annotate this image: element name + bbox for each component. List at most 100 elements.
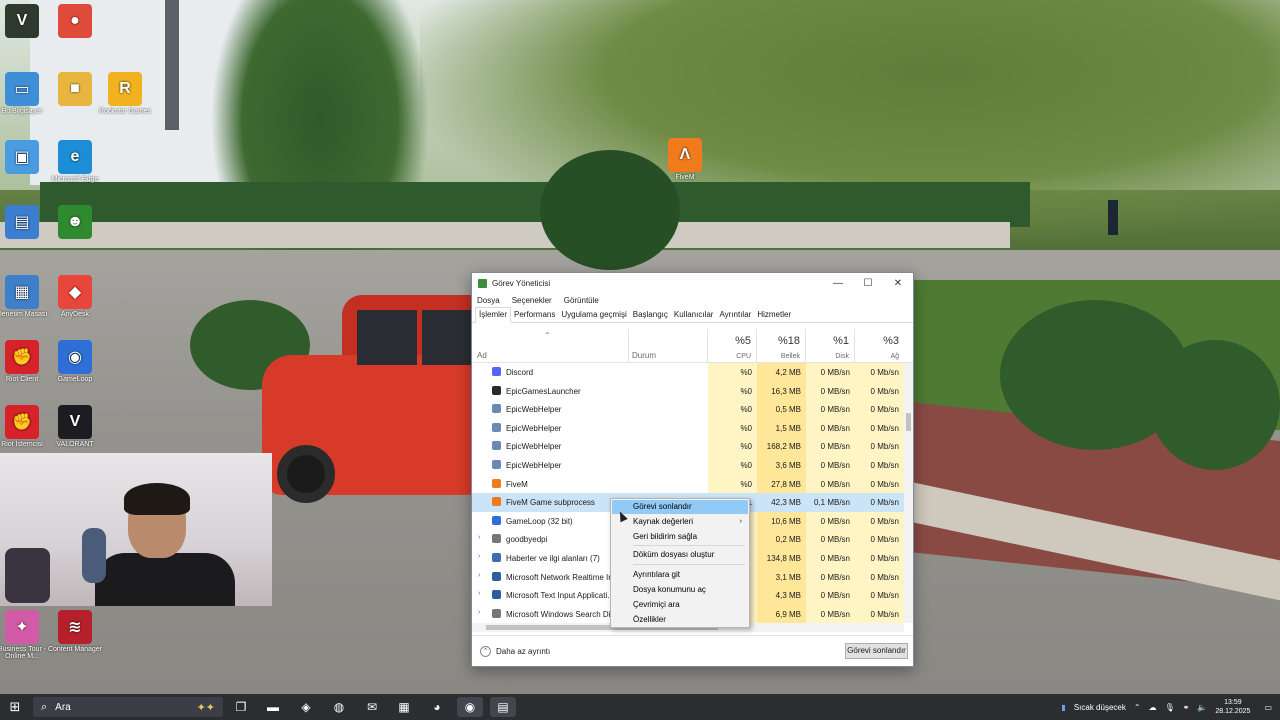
column-memory[interactable]: %18 Bellek xyxy=(757,329,806,363)
maximize-button[interactable]: ☐ xyxy=(853,278,883,289)
notification-icon[interactable]: ▭ xyxy=(1264,703,1272,712)
outlook-icon[interactable]: ✉ xyxy=(359,697,385,717)
recycle-bin-icon: ▣ xyxy=(5,140,39,174)
cell-disk: 0 MB/sn xyxy=(820,423,850,433)
volume-icon[interactable]: 🔈 xyxy=(1197,703,1207,712)
chevron-up-icon[interactable]: ⌃ xyxy=(1134,703,1141,712)
desktop-shortcut[interactable]: ☻ xyxy=(45,205,105,241)
tab-users[interactable]: Kullanıcılar xyxy=(671,310,717,322)
expand-chevron-icon[interactable]: › xyxy=(478,590,480,597)
table-row[interactable]: Discord %0 4,2 MB 0 MB/sn 0 Mb/sn xyxy=(472,363,904,382)
desktop-shortcut[interactable]: ≋ Content Manager xyxy=(45,610,105,653)
fewer-details-button[interactable]: ⌃ Daha az ayrıntı xyxy=(480,646,550,657)
search-box[interactable]: ⌕ Ara ✦✦ xyxy=(33,697,223,717)
chrome-icon: ● xyxy=(58,4,92,38)
table-row[interactable]: EpicWebHelper %0 3,6 MB 0 MB/sn 0 Mb/sn xyxy=(472,456,904,475)
tab-performance[interactable]: Performans xyxy=(511,310,558,322)
cell-net: 0 Mb/sn xyxy=(870,591,899,601)
cell-net: 0 Mb/sn xyxy=(870,535,899,545)
edge-taskbar-icon[interactable]: ◍ xyxy=(326,697,352,717)
desktop-shortcut[interactable]: ◆ AnyDesk xyxy=(45,275,105,318)
footer: ⌃ Daha az ayrıntı Görevi sonlandır xyxy=(472,635,913,667)
epic-web-icon xyxy=(492,422,501,432)
desktop-shortcut[interactable]: ● xyxy=(45,4,105,40)
obs-icon[interactable]: ◉ xyxy=(457,697,483,717)
context-menu-item[interactable]: Özellikler xyxy=(612,613,748,627)
context-menu-item[interactable]: Görevi sonlandır xyxy=(612,500,748,514)
fivem-icon xyxy=(492,478,501,488)
tab-bar: İşlemler Performans Uygulama geçmişi Baş… xyxy=(472,307,913,323)
expand-chevron-icon[interactable]: › xyxy=(478,609,480,616)
control-panel-icon: ▦ xyxy=(5,275,39,309)
cloud-icon[interactable]: ☁ xyxy=(1149,703,1157,712)
context-menu-item[interactable]: Döküm dosyası oluştur xyxy=(612,548,748,562)
start-button[interactable]: ⊞ xyxy=(0,694,30,720)
desktop-shortcut[interactable]: Λ FiveM xyxy=(655,138,715,181)
weather-icon[interactable]: ▮ xyxy=(1061,703,1065,712)
task-manager-taskbar-icon[interactable]: ▤ xyxy=(490,697,516,717)
expand-chevron-icon[interactable]: › xyxy=(478,534,480,541)
green-alien-icon: ☻ xyxy=(58,205,92,239)
table-row[interactable]: FiveM %0 27,8 MB 0 MB/sn 0 Mb/sn xyxy=(472,475,904,494)
desktop-shortcut[interactable]: ◉ GameLoop xyxy=(45,340,105,383)
column-disk[interactable]: %1 Disk xyxy=(806,329,855,363)
epic-web-icon xyxy=(492,460,501,469)
column-network[interactable]: %3 Ağ xyxy=(855,329,904,363)
context-menu-item[interactable]: Geri bildirim sağla xyxy=(612,530,748,544)
expand-chevron-icon[interactable]: › xyxy=(478,572,480,579)
menu-view[interactable]: Görüntüle xyxy=(564,296,599,305)
close-button[interactable]: ✕ xyxy=(883,278,913,289)
menu-file[interactable]: Dosya xyxy=(477,296,500,305)
end-task-button[interactable]: Görevi sonlandır xyxy=(845,643,908,659)
table-row[interactable]: EpicWebHelper %0 1,5 MB 0 MB/sn 0 Mb/sn xyxy=(472,419,904,438)
table-row[interactable]: EpicGamesLauncher %0 16,3 MB 0 MB/sn 0 Mb/sn xyxy=(472,382,904,401)
cell-disk: 0,1 MB/sn xyxy=(813,498,850,508)
title-bar[interactable]: Görev Yöneticisi — ☐ ✕ xyxy=(472,273,913,293)
tab-app-history[interactable]: Uygulama geçmişi xyxy=(558,310,629,322)
cell-mem: 16,3 MB xyxy=(771,386,801,396)
cell-net: 0 Mb/sn xyxy=(870,368,899,377)
riot-client-icon: ✊ xyxy=(5,340,39,374)
search-placeholder: Ara xyxy=(55,701,71,713)
cell-mem: 4,2 MB xyxy=(775,368,801,377)
tab-startup[interactable]: Başlangıç xyxy=(630,310,671,322)
file-explorer-icon[interactable]: ▬ xyxy=(260,697,286,717)
process-name: Microsoft Text Input Applicati... xyxy=(506,591,611,601)
column-status[interactable]: Durum xyxy=(629,329,708,363)
context-menu-item[interactable]: Ayrıntılara git xyxy=(612,568,748,582)
desktop-shortcut[interactable]: R Rockstar Games xyxy=(95,72,155,115)
column-name[interactable]: ⌃ Ad xyxy=(472,329,629,363)
store-icon[interactable]: ▦ xyxy=(391,697,417,717)
cell-cpu: %0 xyxy=(740,405,752,415)
cell-disk: 0 MB/sn xyxy=(820,554,850,563)
desktop-shortcut[interactable]: V VALORANT xyxy=(45,405,105,448)
discord-taskbar-icon[interactable]: ◕ xyxy=(424,697,450,717)
table-row[interactable]: EpicWebHelper %0 0,5 MB 0 MB/sn 0 Mb/sn xyxy=(472,400,904,419)
cell-disk: 0 MB/sn xyxy=(820,442,850,452)
task-view-icon[interactable]: ❐ xyxy=(228,697,254,717)
copilot-icon[interactable]: ◈ xyxy=(293,697,319,717)
content-manager-icon: ≋ xyxy=(58,610,92,644)
context-menu-item[interactable]: Dosya konumunu aç xyxy=(612,583,748,597)
microphone-icon[interactable]: 🎙 xyxy=(1165,703,1175,712)
context-menu-item[interactable]: Kaynak değerleri › xyxy=(612,515,748,529)
context-menu-label: Dosya konumunu aç xyxy=(633,585,706,594)
column-cpu[interactable]: %5 CPU xyxy=(708,329,757,363)
context-menu-item[interactable]: Çevrimiçi ara xyxy=(612,598,748,612)
menu-options[interactable]: Seçenekler xyxy=(512,296,552,305)
weather-text[interactable]: Sıcak düşecek xyxy=(1074,703,1126,712)
tab-processes[interactable]: İşlemler xyxy=(475,307,512,323)
minimize-button[interactable]: — xyxy=(823,278,853,289)
vertical-scrollbar[interactable] xyxy=(904,363,913,623)
process-name: Haberler ve ilgi alanları (7) xyxy=(506,554,600,563)
fivem-desktop-icon: Λ xyxy=(668,138,702,172)
desktop-shortcut[interactable]: e Microsoft Edge xyxy=(45,140,105,183)
network-icon[interactable]: ⚭ xyxy=(1183,703,1190,712)
expand-chevron-icon[interactable]: › xyxy=(478,553,480,560)
table-row[interactable]: EpicWebHelper %0 168,2 MB 0 MB/sn 0 Mb/sn xyxy=(472,437,904,456)
task-manager-icon xyxy=(478,278,487,288)
tab-services[interactable]: Hizmetler xyxy=(754,310,794,322)
clock[interactable]: 13:59 28.12.2025 xyxy=(1215,698,1250,716)
cell-mem: 6,9 MB xyxy=(775,609,801,619)
tab-details[interactable]: Ayrıntılar xyxy=(716,310,754,322)
